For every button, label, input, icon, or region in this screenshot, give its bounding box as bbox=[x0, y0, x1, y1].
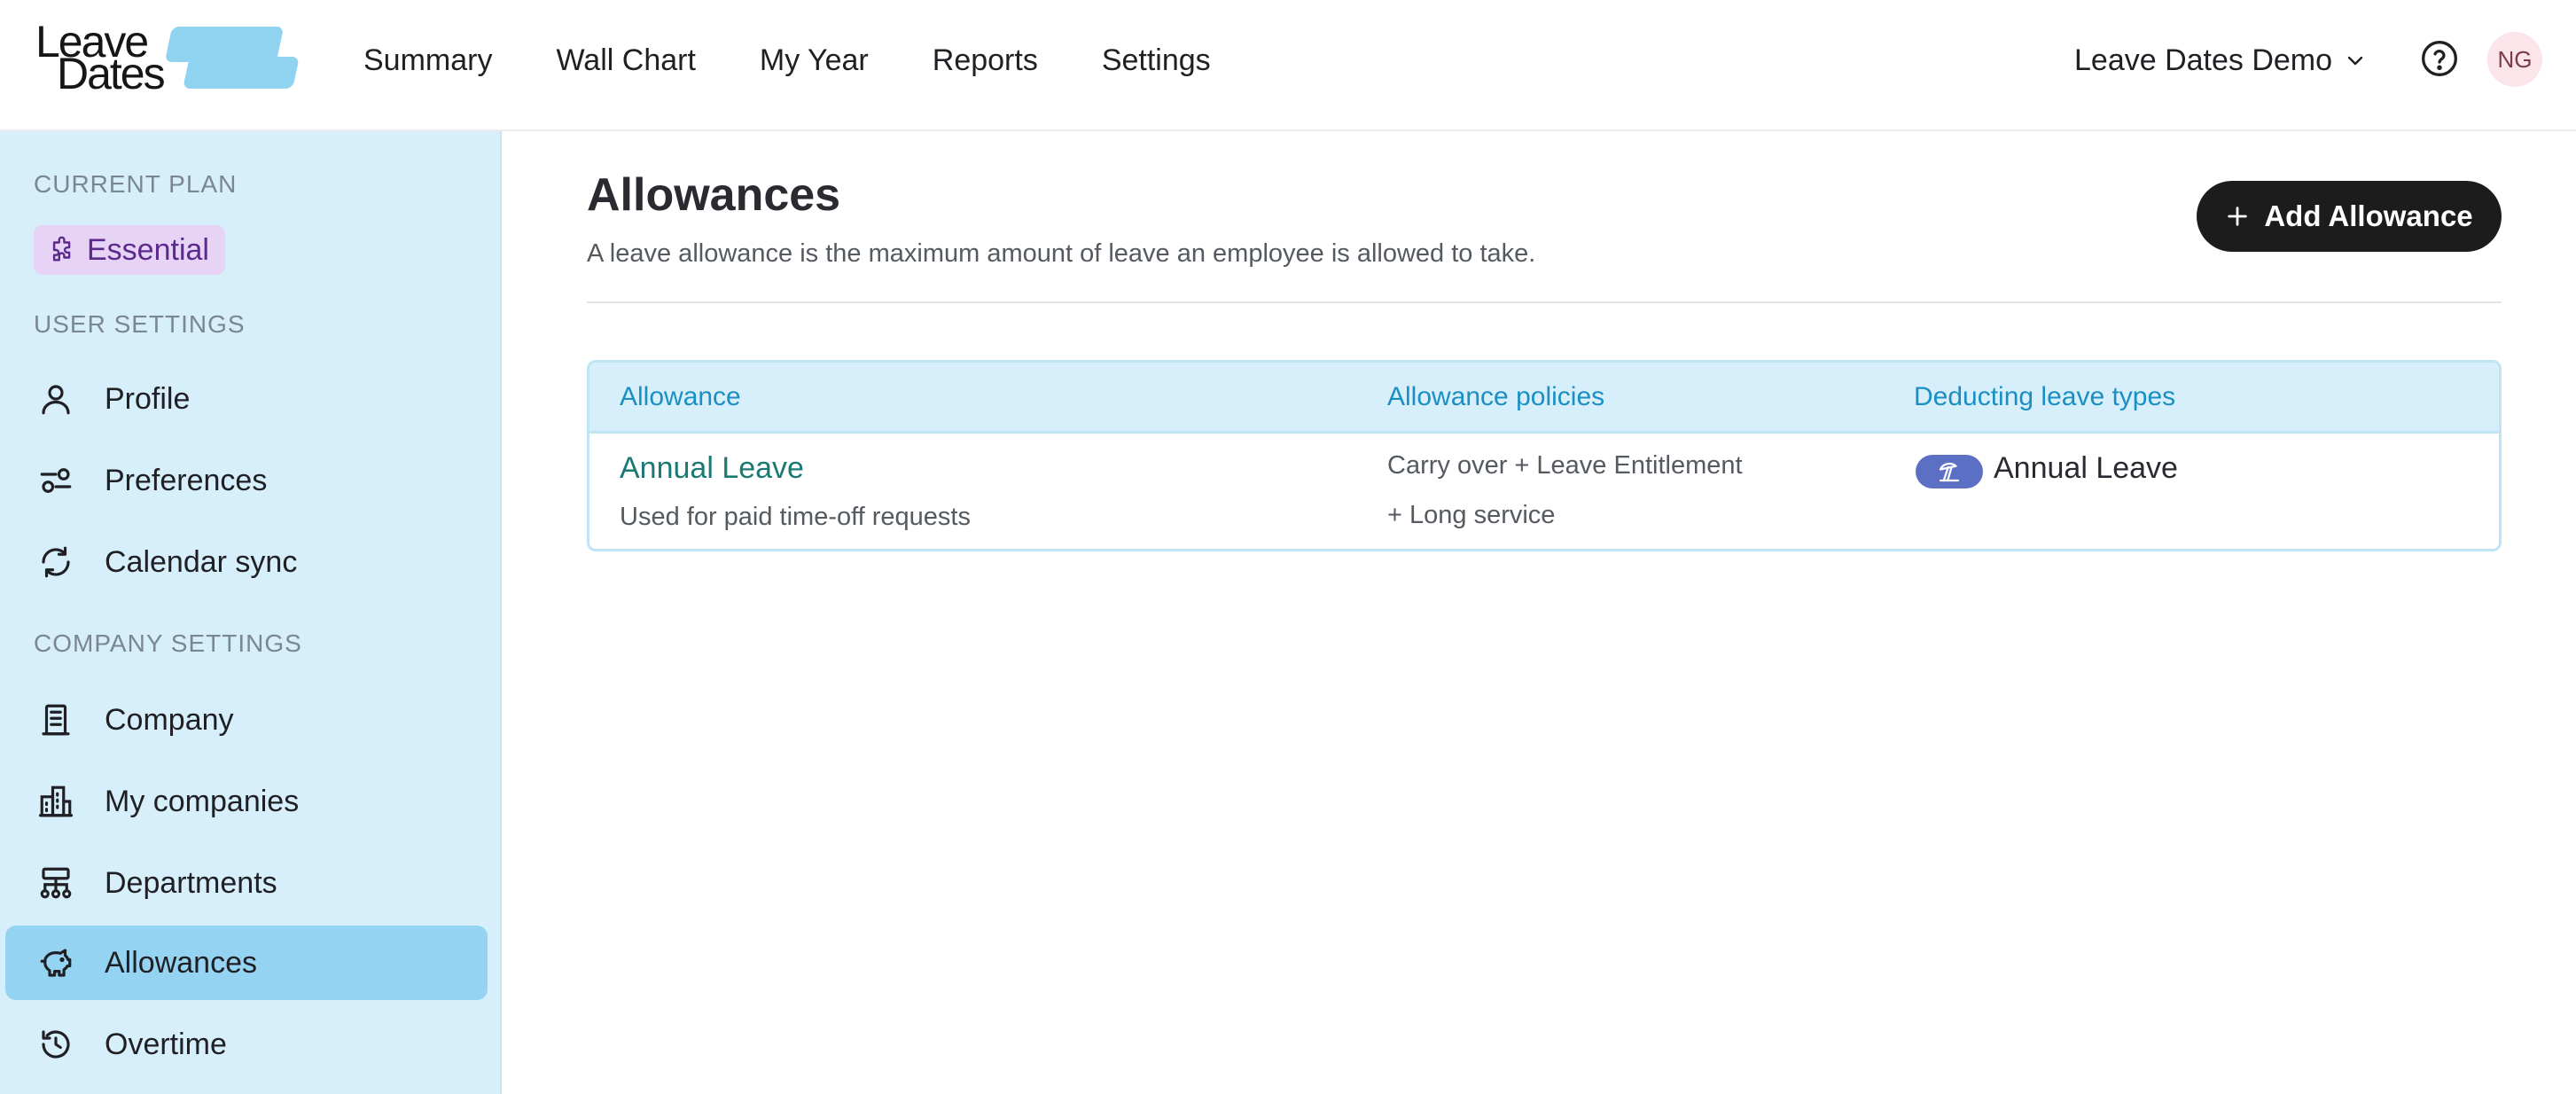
column-header-allowance: Allowance bbox=[620, 382, 741, 411]
sidebar-item-label: Preferences bbox=[105, 463, 268, 497]
buildings-icon bbox=[38, 785, 74, 817]
nav-settings[interactable]: Settings bbox=[1102, 35, 1211, 85]
leave-type-chip bbox=[1916, 455, 1983, 488]
leave-type-name: Annual Leave bbox=[1994, 451, 2178, 485]
user-avatar[interactable]: NG bbox=[2487, 32, 2542, 87]
plan-badge[interactable]: Essential bbox=[34, 225, 225, 275]
allowance-policies-line2: + Long service bbox=[1387, 501, 1556, 529]
allowance-policies-line1: Carry over + Leave Entitlement bbox=[1387, 451, 1743, 480]
org-chart-icon bbox=[40, 867, 72, 899]
sync-icon bbox=[42, 546, 70, 578]
nav-reports[interactable]: Reports bbox=[933, 35, 1038, 85]
sidebar-item-label: Departments bbox=[105, 865, 277, 900]
help-icon[interactable] bbox=[2420, 39, 2459, 78]
company-name: Leave Dates Demo bbox=[2074, 43, 2333, 77]
leave-dates-logo[interactable]: Leave Dates bbox=[35, 12, 300, 101]
beach-umbrella-icon bbox=[1939, 462, 1960, 482]
add-allowance-button[interactable]: Add Allowance bbox=[2197, 181, 2502, 252]
clock-rotate-icon bbox=[42, 1030, 70, 1059]
nav-wall-chart[interactable]: Wall Chart bbox=[556, 35, 695, 85]
company-switcher[interactable]: Leave Dates Demo bbox=[2074, 35, 2366, 85]
top-navigation: Summary Wall Chart My Year Reports Setti… bbox=[363, 35, 1211, 85]
logo-word-dates: Dates bbox=[57, 49, 166, 98]
column-header-deducting-leave-types: Deducting leave types bbox=[1914, 382, 2176, 411]
user-icon bbox=[42, 385, 70, 415]
table-header: Allowance Allowance policies Deducting l… bbox=[589, 363, 2499, 434]
sidebar-item-profile[interactable]: Profile bbox=[5, 362, 488, 436]
current-plan-label: CURRENT PLAN bbox=[34, 170, 238, 198]
plus-icon bbox=[2228, 207, 2248, 226]
sidebar-item-company[interactable]: Company bbox=[5, 683, 488, 757]
sidebar-item-preferences[interactable]: Preferences bbox=[5, 443, 488, 518]
nav-my-year[interactable]: My Year bbox=[760, 35, 869, 85]
puzzle-icon bbox=[52, 236, 71, 262]
settings-sidebar: CURRENT PLAN Essential USER SETTINGS Pro… bbox=[0, 131, 502, 1094]
top-header: Leave Dates Summary Wall Chart My Year R… bbox=[0, 0, 2576, 131]
sidebar-item-calendar-sync[interactable]: Calendar sync bbox=[5, 525, 488, 599]
page-title: Allowances bbox=[587, 169, 841, 221]
add-allowance-label: Add Allowance bbox=[2264, 199, 2473, 232]
sliders-icon bbox=[40, 468, 72, 493]
sidebar-item-label: Company bbox=[105, 702, 234, 737]
title-divider bbox=[587, 301, 2502, 303]
sidebar-item-label: Profile bbox=[105, 381, 191, 416]
sidebar-item-my-companies[interactable]: My companies bbox=[5, 764, 488, 839]
company-settings-label: COMPANY SETTINGS bbox=[34, 629, 302, 657]
allowance-description: Used for paid time-off requests bbox=[620, 503, 971, 531]
page-subtitle: A leave allowance is the maximum amount … bbox=[587, 239, 1536, 268]
building-icon bbox=[42, 704, 70, 736]
nav-summary[interactable]: Summary bbox=[363, 35, 492, 85]
sidebar-item-label: Calendar sync bbox=[105, 544, 298, 579]
allowances-table: Allowance Allowance policies Deducting l… bbox=[587, 360, 2502, 551]
piggy-bank-icon bbox=[40, 949, 72, 977]
column-header-allowance-policies: Allowance policies bbox=[1387, 382, 1605, 411]
sidebar-item-label: My companies bbox=[105, 784, 300, 818]
sidebar-item-departments[interactable]: Departments bbox=[5, 846, 488, 920]
chevron-down-icon bbox=[2347, 56, 2363, 66]
sidebar-item-allowances[interactable]: Allowances bbox=[5, 926, 488, 1000]
plan-name: Essential bbox=[87, 232, 209, 267]
sidebar-item-label: Allowances bbox=[105, 945, 257, 980]
logo-swash-bottom bbox=[183, 57, 300, 89]
user-settings-label: USER SETTINGS bbox=[34, 310, 246, 338]
sidebar-item-overtime[interactable]: Overtime bbox=[5, 1007, 488, 1082]
allowance-name-link[interactable]: Annual Leave bbox=[620, 451, 804, 486]
sidebar-item-label: Overtime bbox=[105, 1027, 227, 1061]
